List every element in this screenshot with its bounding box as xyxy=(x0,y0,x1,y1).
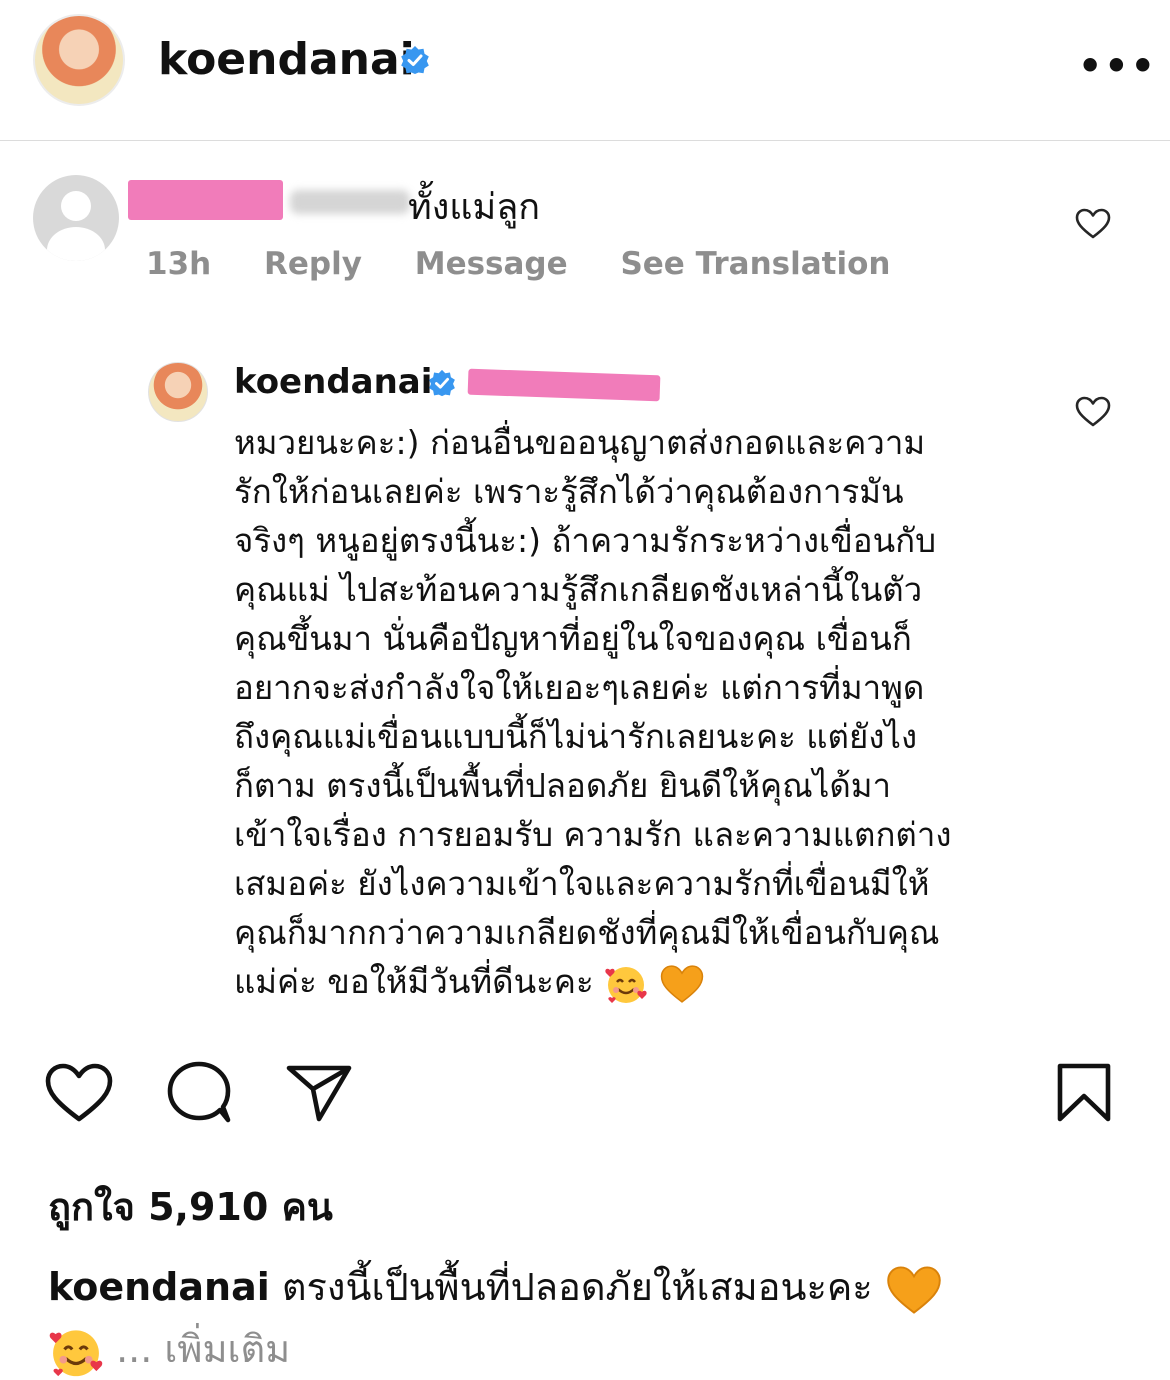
comment-like-heart-icon[interactable] xyxy=(1075,208,1111,240)
reply-line: คุณก็มากกว่าความเกลียดชังที่คุณมีให้เขื่… xyxy=(234,913,940,952)
reply-line: ก็ตาม ตรงนี้เป็นพื้นที่ปลอดภัย ยินดีให้ค… xyxy=(234,766,892,805)
reply-text: หมวยนะคะ:) ก่อนอื่นขออนุญาตส่งกอดและความ… xyxy=(234,418,1024,1006)
caption-more-link[interactable]: ... เพิ่มเติม xyxy=(116,1327,290,1371)
reply-line: จริงๆ หนูอยู่ตรงนี้นะ:) ถ้าความรักระหว่า… xyxy=(234,521,937,560)
reply-line: ถึงคุณแม่เขื่อนแบบนี้ก็ไม่น่ารักเลยนะคะ … xyxy=(234,717,918,756)
comment-time: 13h xyxy=(146,246,212,282)
like-heart-icon[interactable] xyxy=(44,1062,114,1124)
orange-heart-icon xyxy=(660,964,703,1003)
reply-line: เสมอค่ะ ยังไงความเข้าใจและความรักที่เขื่… xyxy=(234,864,930,903)
blurred-text xyxy=(290,190,410,214)
reply-like-heart-icon[interactable] xyxy=(1075,396,1111,428)
profile-avatar[interactable] xyxy=(33,14,125,106)
see-translation-button[interactable]: See Translation xyxy=(620,246,890,282)
reply-button[interactable]: Reply xyxy=(264,246,362,282)
redacted-username xyxy=(128,180,283,220)
comment-meta: 13h Reply Message See Translation xyxy=(146,246,932,282)
reply-line: คุณขึ้นมา นั่นคือปัญหาที่อยู่ในใจของคุณ … xyxy=(234,619,912,658)
redacted-mention xyxy=(467,368,661,402)
message-button[interactable]: Message xyxy=(415,246,568,282)
commenter-avatar[interactable] xyxy=(33,175,119,261)
share-send-icon[interactable] xyxy=(284,1062,354,1124)
reply-line: หมวยนะคะ:) ก่อนอื่นขออนุญาตส่งกอดและความ xyxy=(234,423,926,462)
more-horizontal-icon[interactable]: ••• xyxy=(1078,44,1157,88)
profile-username[interactable]: koendanai xyxy=(158,34,415,85)
post-header: koendanai ••• xyxy=(0,0,1170,141)
reply-line-text: แม่ค่ะ ขอให้มีวันที่ดีนะคะ xyxy=(234,962,594,1001)
reply-line: อยากจะส่งกำลังใจให้เยอะๆเลยค่ะ แต่การที่… xyxy=(234,668,925,707)
smiling-face-with-hearts-icon xyxy=(605,966,647,1003)
comment-bubble-icon[interactable] xyxy=(164,1060,234,1126)
reply-line: เข้าใจเรื่อง การยอมรับ ความรัก และความแต… xyxy=(234,815,952,854)
reply-avatar[interactable] xyxy=(148,362,208,422)
verified-badge-icon xyxy=(429,369,455,397)
smiling-face-with-hearts-icon xyxy=(49,1329,103,1376)
reply-line: รักให้ก่อนเลยค่ะ เพราะรู้สึกได้ว่าคุณต้อ… xyxy=(234,472,904,511)
reply-line: คุณแม่ ไปสะท้อนความรู้สึกเกลียดชังเหล่าน… xyxy=(234,570,923,609)
likes-count[interactable]: ถูกใจ 5,910 คน xyxy=(48,1176,333,1237)
caption-text: ตรงนี้เป็นพื้นที่ปลอดภัยให้เสมอนะคะ xyxy=(281,1265,873,1309)
reply-line: แม่ค่ะ ขอให้มีวันที่ดีนะคะ xyxy=(234,957,1024,1006)
reply-username[interactable]: koendanai xyxy=(234,362,432,402)
verified-badge-icon xyxy=(401,46,429,74)
orange-heart-icon xyxy=(887,1265,941,1314)
caption-username[interactable]: koendanai xyxy=(48,1265,270,1309)
bookmark-icon[interactable] xyxy=(1054,1062,1114,1124)
post-caption: koendanai ตรงนี้เป็นพื้นที่ปลอดภัยให้เสม… xyxy=(48,1256,1128,1380)
comment-text: ทั้งแม่ลูก xyxy=(408,187,541,228)
